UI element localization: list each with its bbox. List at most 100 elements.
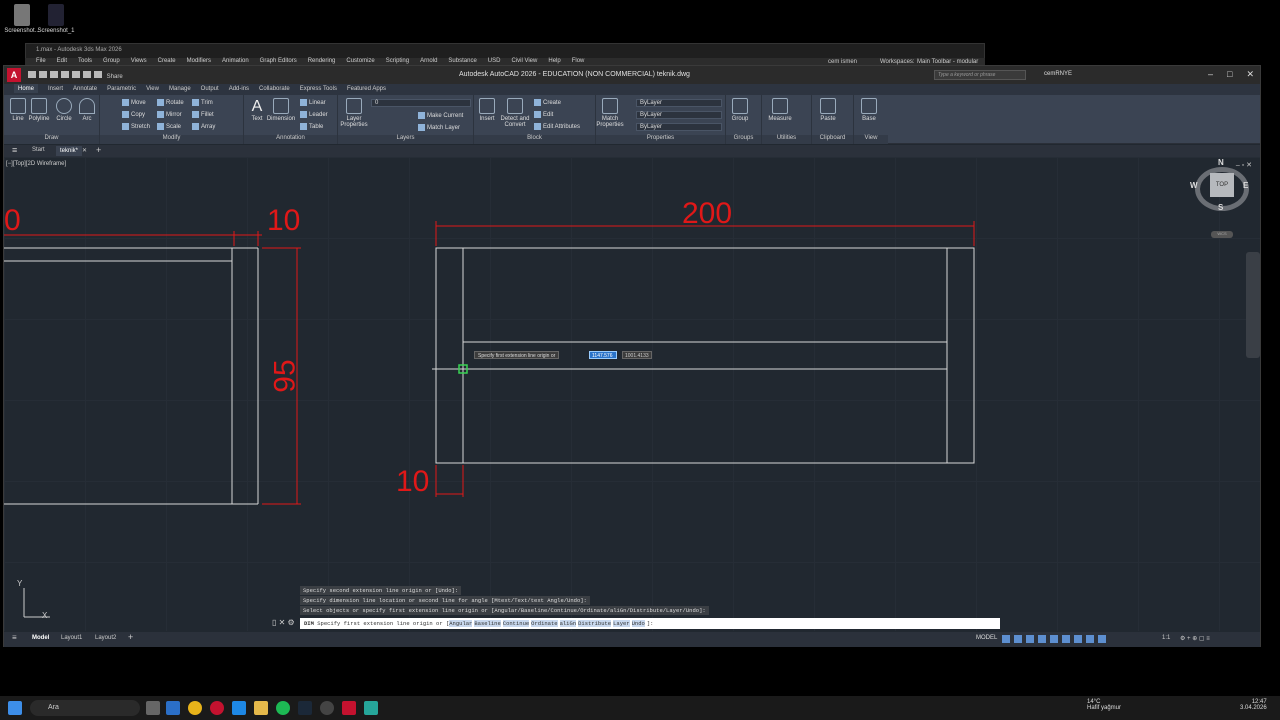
dimension-text-95[interactable]: 95 bbox=[269, 359, 302, 392]
maximize-icon[interactable]: □ bbox=[1227, 69, 1232, 79]
settings-app-icon[interactable] bbox=[320, 701, 334, 715]
fillet-tool[interactable]: Fillet bbox=[192, 111, 214, 118]
redo-icon[interactable] bbox=[94, 71, 102, 78]
max-menu-item[interactable]: Scripting bbox=[386, 58, 409, 64]
max-menu-item[interactable]: Animation bbox=[222, 58, 249, 64]
opera-icon[interactable] bbox=[210, 701, 224, 715]
spotify-icon[interactable] bbox=[276, 701, 290, 715]
open-icon[interactable] bbox=[39, 71, 47, 78]
dimension-text-partial[interactable]: 0 bbox=[4, 206, 21, 236]
new-tab-icon[interactable]: + bbox=[96, 145, 101, 155]
ribbon-tab[interactable]: View bbox=[146, 84, 159, 92]
save-as-icon[interactable] bbox=[61, 71, 69, 78]
taskbar-search[interactable]: Ara bbox=[30, 700, 140, 716]
annotation-icon[interactable] bbox=[1098, 635, 1106, 643]
color-select[interactable]: ByLayer bbox=[636, 99, 722, 107]
max-menu-item[interactable]: Civil View bbox=[511, 58, 537, 64]
max-menu-item[interactable]: Flow bbox=[572, 58, 585, 64]
option-layer[interactable]: Layer bbox=[613, 620, 630, 627]
panel-label[interactable]: Layers bbox=[338, 135, 473, 144]
panel-label[interactable]: Utilities bbox=[762, 135, 811, 144]
plot-icon[interactable] bbox=[72, 71, 80, 78]
max-menu-item[interactable]: Tools bbox=[78, 58, 92, 64]
command-line-tools[interactable]: ▯ ✕ ⚙ bbox=[272, 618, 295, 627]
create-block-tool[interactable]: Create bbox=[534, 99, 561, 106]
navigation-bar[interactable] bbox=[1246, 252, 1260, 358]
polyline-tool[interactable]: Polyline bbox=[26, 98, 52, 122]
layout-menu-icon[interactable]: ≡ bbox=[12, 633, 17, 642]
model-space-toggle[interactable]: MODEL bbox=[976, 635, 997, 641]
make-current-tool[interactable]: Make Current bbox=[418, 112, 463, 119]
max-menu-item[interactable]: Customize bbox=[346, 58, 374, 64]
ribbon-tab[interactable]: Express Tools bbox=[300, 84, 337, 92]
arc-tool[interactable]: Arc bbox=[74, 98, 100, 122]
edit-attributes-tool[interactable]: Edit Attributes bbox=[534, 123, 580, 130]
chrome-icon[interactable] bbox=[188, 701, 202, 715]
dimension-text-10-top[interactable]: 10 bbox=[267, 206, 300, 236]
panel-label[interactable]: View bbox=[854, 135, 888, 144]
max-menu-item[interactable]: Substance bbox=[448, 58, 476, 64]
table-tool[interactable]: Table bbox=[300, 123, 323, 130]
array-tool[interactable]: Array bbox=[192, 123, 215, 130]
measure-tool[interactable]: Measure bbox=[765, 98, 795, 122]
search-input[interactable]: Type a keyword or phrase bbox=[934, 70, 1026, 80]
panel-label[interactable]: Block bbox=[474, 135, 595, 144]
option-align[interactable]: aliGn bbox=[559, 620, 577, 627]
tab-layout2[interactable]: Layout2 bbox=[95, 635, 116, 641]
ribbon-tab[interactable]: Manage bbox=[169, 84, 191, 92]
ribbon-tab[interactable]: Add-ins bbox=[229, 84, 249, 92]
dimension-text-10-bottom[interactable]: 10 bbox=[396, 467, 429, 497]
linetype-select[interactable]: ByLayer bbox=[636, 111, 722, 119]
panel-label[interactable]: Draw bbox=[4, 135, 99, 144]
dimension-text-200[interactable]: 200 bbox=[682, 199, 732, 229]
ribbon-tab[interactable]: Featured Apps bbox=[347, 84, 386, 92]
layer-select[interactable]: 0 bbox=[371, 99, 471, 107]
drafting-toggles[interactable] bbox=[1002, 635, 1110, 645]
max-menu-item[interactable]: Group bbox=[103, 58, 120, 64]
panel-label[interactable]: Clipboard bbox=[812, 135, 853, 144]
viewcube-top-face[interactable]: TOP bbox=[1210, 173, 1234, 197]
ortho-icon[interactable] bbox=[1026, 635, 1034, 643]
drawing-viewport[interactable]: [−][Top][2D Wireframe] – ▫ ✕ 200 10 0 95… bbox=[4, 157, 1260, 631]
tab-teknik[interactable]: teknik* bbox=[56, 146, 83, 156]
3dsmax-taskbar-icon[interactable] bbox=[364, 701, 378, 715]
max-menu-item[interactable]: Help bbox=[548, 58, 560, 64]
option-baseline[interactable]: Baseline bbox=[474, 620, 501, 627]
max-menu-item[interactable]: Arnold bbox=[420, 58, 437, 64]
ribbon-tab[interactable]: Insert bbox=[48, 84, 63, 92]
move-tool[interactable]: Move bbox=[122, 99, 146, 106]
viewcube[interactable]: TOP N S E W bbox=[1190, 157, 1252, 217]
user-account[interactable]: cemRNYE bbox=[1044, 71, 1072, 77]
paste-tool[interactable]: Paste bbox=[815, 98, 841, 122]
layer-properties-tool[interactable]: Layer Properties bbox=[340, 98, 368, 128]
option-continue[interactable]: Continue bbox=[502, 620, 530, 627]
max-menu-item[interactable]: Create bbox=[158, 58, 176, 64]
lineweight-icon[interactable] bbox=[1074, 635, 1082, 643]
ribbon-tab[interactable]: Collaborate bbox=[259, 84, 290, 92]
compass-west[interactable]: W bbox=[1190, 181, 1198, 190]
tab-model[interactable]: Model bbox=[32, 635, 49, 641]
edit-block-tool[interactable]: Edit bbox=[534, 111, 553, 118]
weather-widget[interactable]: 14°C Hafif yağmur bbox=[1087, 699, 1121, 711]
option-ordinate[interactable]: Ordinate bbox=[531, 620, 558, 627]
compass-east[interactable]: E bbox=[1243, 181, 1248, 190]
leader-dropdown[interactable]: Leader bbox=[300, 111, 328, 118]
wcs-menu[interactable]: WCS bbox=[1211, 231, 1233, 238]
minimize-icon[interactable]: – bbox=[1208, 69, 1213, 79]
command-input[interactable]: DIM Specify first extension line origin … bbox=[300, 618, 1000, 629]
polar-icon[interactable] bbox=[1038, 635, 1046, 643]
ribbon-tab[interactable]: Home bbox=[14, 84, 39, 93]
panel-label[interactable]: Groups bbox=[726, 135, 761, 144]
trim-tool[interactable]: Trim bbox=[192, 99, 213, 106]
base-tool[interactable]: Base bbox=[856, 98, 882, 122]
max-menu-item[interactable]: Modifiers bbox=[187, 58, 211, 64]
panel-label[interactable]: Modify bbox=[100, 135, 243, 144]
scale-tool[interactable]: Scale bbox=[157, 123, 181, 130]
task-view-icon[interactable] bbox=[146, 701, 160, 715]
option-distribute[interactable]: Distribute bbox=[578, 620, 612, 627]
match-properties-tool[interactable]: Match Properties bbox=[596, 98, 624, 128]
annotation-scale[interactable]: 1:1 bbox=[1162, 635, 1170, 641]
tab-layout1[interactable]: Layout1 bbox=[61, 635, 82, 641]
linear-dropdown[interactable]: Linear bbox=[300, 99, 326, 106]
max-menu-item[interactable]: Rendering bbox=[308, 58, 336, 64]
